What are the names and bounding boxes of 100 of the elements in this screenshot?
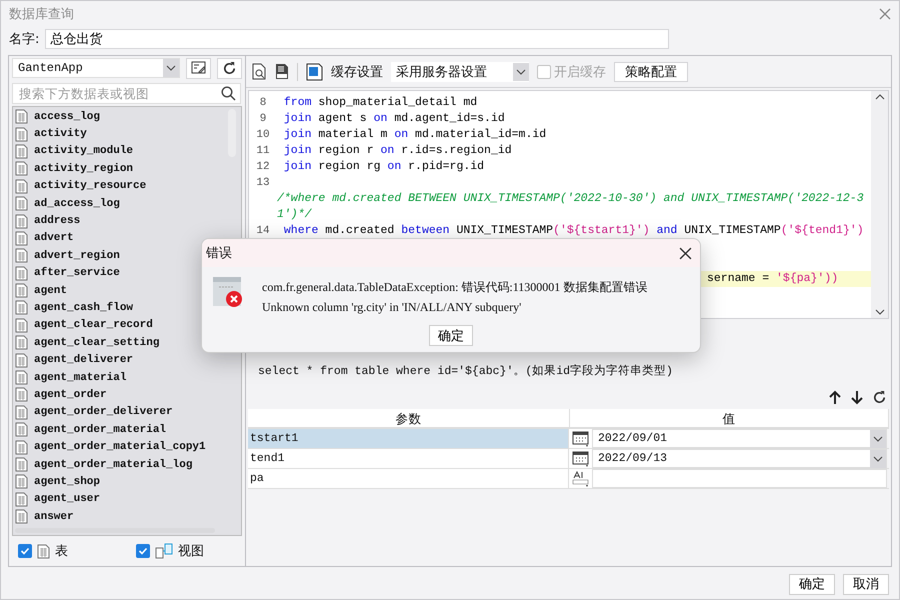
- code-line: join material m on md.material_id=m.id: [282, 127, 548, 143]
- name-field[interactable]: 总仓出货: [45, 29, 670, 49]
- arrow-down-icon[interactable]: [850, 390, 864, 405]
- date-field[interactable]: 2022/09/13: [592, 449, 887, 468]
- table-list-item[interactable]: agent_order_deliverer: [13, 404, 173, 422]
- table-list-item[interactable]: agent_clear_setting: [13, 334, 160, 352]
- code-line: join region r on r.id=s.region_id: [282, 143, 513, 159]
- table-list-item[interactable]: agent_deliverer: [13, 351, 134, 369]
- table-icon: [15, 474, 28, 490]
- table-icon: [15, 387, 28, 402]
- refresh-icon[interactable]: [872, 390, 887, 405]
- checkmark-icon: [138, 546, 148, 556]
- table-icon: [15, 230, 28, 246]
- table-icon: [15, 422, 28, 438]
- chevron-down-icon: [873, 456, 883, 462]
- arrow-up-icon[interactable]: [828, 390, 842, 405]
- table-icon: [15, 318, 28, 333]
- table-icon: [15, 144, 28, 159]
- parameter-name-cell[interactable]: pa: [248, 469, 568, 488]
- parameter-name-cell[interactable]: tend1: [248, 449, 568, 468]
- chevron-down-icon: [516, 68, 526, 74]
- refresh-button[interactable]: [217, 58, 242, 78]
- table-icon: [15, 370, 28, 386]
- code-line: where md.created between UNIX_TIMESTAMP('${tstart1}') and UNIX_TIMESTAMP('${tend1}'): [282, 223, 865, 239]
- table-icon: [15, 283, 28, 298]
- table-icon: [15, 161, 28, 176]
- line-number: 12: [255, 160, 271, 175]
- scroll-down-icon[interactable]: [874, 309, 884, 315]
- line-number: 13: [255, 176, 271, 191]
- table-list-item[interactable]: agent_material: [13, 368, 126, 386]
- search-field[interactable]: 搜索下方数据表或视图: [12, 83, 241, 104]
- sql-file-icon[interactable]: [275, 63, 289, 80]
- line-number: 14: [255, 224, 271, 239]
- calendar-icon[interactable]: [572, 450, 590, 467]
- cache-icon[interactable]: [306, 62, 323, 80]
- table-list-item[interactable]: answer: [13, 508, 74, 526]
- close-button[interactable]: [679, 246, 692, 260]
- search-icon: [221, 86, 236, 101]
- calendar-icon[interactable]: [572, 430, 590, 447]
- edit-icon: [190, 61, 207, 75]
- table-icon: [15, 248, 28, 264]
- line-number: 9: [258, 112, 268, 127]
- table-list-item[interactable]: agent_order_material: [13, 421, 166, 438]
- table-icon: [15, 300, 28, 316]
- cache-mode-dropdown[interactable]: 采用服务器设置: [391, 62, 529, 82]
- checkbox[interactable]: [136, 544, 150, 558]
- error-icon: [212, 275, 244, 307]
- table-list-item[interactable]: agent: [13, 282, 68, 300]
- table-list-item[interactable]: agent_user: [13, 490, 100, 508]
- table-icon: [15, 178, 28, 194]
- preview-icon[interactable]: [252, 63, 267, 80]
- code-line: sername = '${pa}')): [707, 271, 838, 287]
- chevron-down-icon: [873, 436, 883, 442]
- table-list-item[interactable]: after_service: [13, 264, 120, 282]
- scroll-up-icon[interactable]: [874, 94, 884, 100]
- table-icon: [37, 544, 50, 558]
- table-list-item[interactable]: activity_module: [13, 142, 134, 160]
- connection-dropdown[interactable]: GantenApp: [12, 58, 180, 78]
- error-message: Unknown column 'rg.city' in 'IN/ALL/ANY subquery': [262, 300, 522, 315]
- table-list-item[interactable]: address: [13, 212, 80, 230]
- table-list-item[interactable]: agent_cash_flow: [13, 299, 134, 317]
- table-list-item[interactable]: activity: [13, 125, 87, 143]
- code-line: join agent s on md.agent_id=s.id: [282, 111, 506, 127]
- parameter-name-cell[interactable]: tstart1: [248, 429, 568, 448]
- strategy-config-button[interactable]: 策略配置: [614, 62, 688, 82]
- error-message: com.fr.general.data.TableDataException: 错误代码:11300001 数据集配置错误: [262, 279, 648, 296]
- table-icon: [15, 126, 28, 142]
- table-icon: [15, 509, 28, 524]
- table-list-item[interactable]: activity_resource: [13, 178, 146, 195]
- table-list-item[interactable]: ad_access_log: [13, 194, 120, 212]
- dialog-button[interactable]: 确定: [789, 574, 835, 594]
- table-icon: [15, 457, 28, 472]
- line-number: 8: [258, 96, 268, 111]
- date-field[interactable]: 2022/09/01: [592, 429, 887, 448]
- table-list-item[interactable]: agent_clear_record: [13, 316, 153, 334]
- table-list-item[interactable]: advert: [13, 230, 74, 248]
- text-type-icon[interactable]: [572, 470, 590, 487]
- table-icon: [15, 404, 28, 420]
- dialog-button[interactable]: 取消: [843, 574, 889, 594]
- table-list-item[interactable]: advert_region: [13, 247, 120, 265]
- window-title: 数据库查询: [9, 6, 74, 23]
- table-icon: [15, 109, 28, 124]
- connection-settings-button[interactable]: [186, 58, 212, 78]
- table-list-item[interactable]: access_log: [13, 108, 100, 126]
- view-icon: [155, 543, 173, 559]
- table-icon: [15, 440, 28, 455]
- ok-button[interactable]: 确定: [429, 325, 473, 346]
- column-header: 参数: [248, 409, 570, 427]
- filter-label: 表: [55, 543, 68, 560]
- value-field[interactable]: [592, 469, 887, 488]
- code-comment: /*where md.created BETWEEN UNIX_TIMESTAMP('2022-10-30') and UNIX_TIMESTAMP('2022-12-31')*/: [277, 191, 865, 223]
- table-list-item[interactable]: agent_order_material_log: [13, 456, 192, 474]
- table-icon: [15, 492, 28, 507]
- table-list-item[interactable]: agent_shop: [13, 473, 100, 491]
- table-list-item[interactable]: agent_order_material_copy1: [13, 438, 206, 456]
- table-list-item[interactable]: agent_order: [13, 386, 107, 404]
- table-list-item[interactable]: activity_region: [13, 160, 134, 178]
- table-icon: [15, 266, 28, 281]
- cache-settings-label: 缓存设置: [331, 64, 383, 80]
- checkbox[interactable]: [18, 544, 32, 558]
